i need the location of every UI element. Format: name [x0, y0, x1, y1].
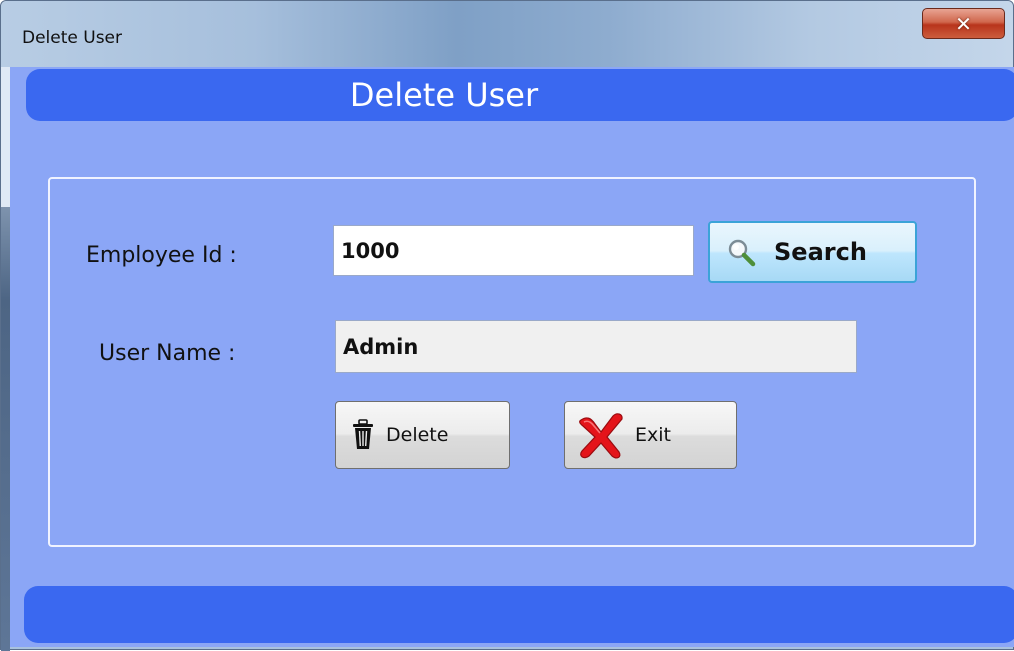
red-x-icon [575, 410, 627, 460]
header-band: Delete User [26, 69, 1014, 121]
delete-button[interactable]: Delete [335, 401, 510, 469]
trash-icon [350, 419, 376, 451]
close-button[interactable]: ✕ [922, 8, 1005, 39]
exit-button[interactable]: Exit [564, 401, 737, 469]
employee-id-label: Employee Id : [86, 243, 237, 268]
footer-band [24, 586, 1014, 643]
header-title: Delete User [349, 76, 539, 114]
search-button[interactable]: Search [708, 221, 917, 283]
close-icon: ✕ [955, 11, 972, 36]
delete-button-label: Delete [386, 424, 449, 446]
user-name-label: User Name : [99, 341, 236, 366]
magnifier-icon [726, 237, 756, 267]
search-button-label: Search [774, 238, 867, 266]
window-title: Delete User [22, 28, 123, 48]
employee-id-input[interactable] [333, 225, 694, 276]
dialog-window: Delete User ✕ Delete User Employee Id : … [0, 0, 1014, 651]
window-left-edge [1, 67, 10, 651]
exit-button-label: Exit [635, 424, 671, 446]
title-bar[interactable]: Delete User ✕ [1, 1, 1013, 67]
frame-highlight [1, 67, 10, 207]
user-name-field[interactable] [335, 320, 857, 373]
